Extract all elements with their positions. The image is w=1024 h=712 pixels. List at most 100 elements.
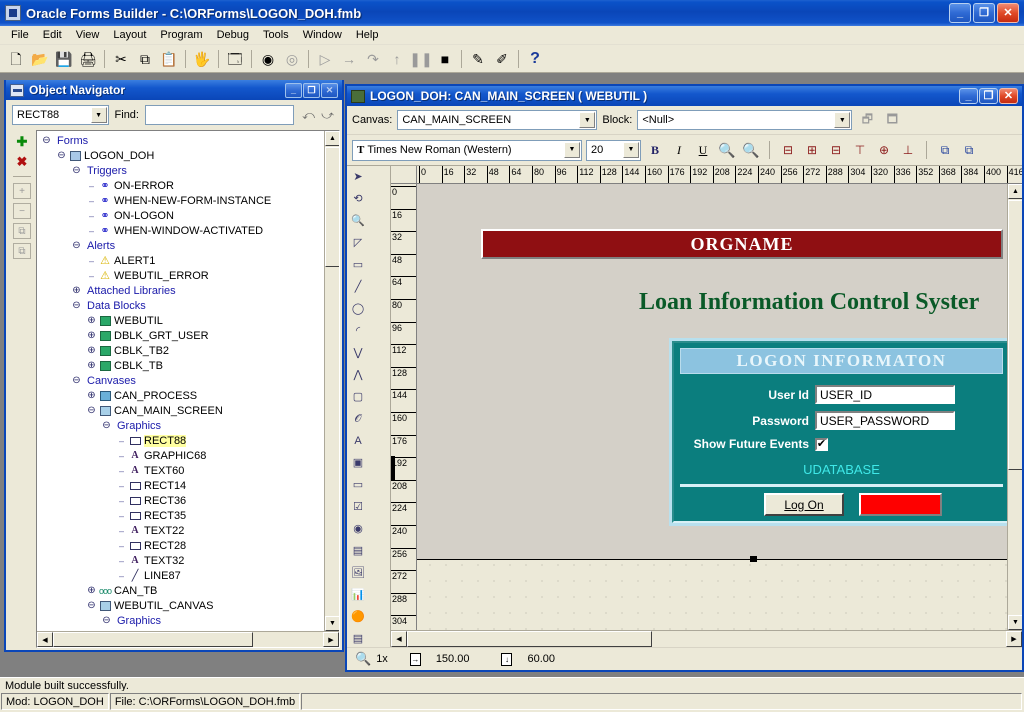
canvas-horizontal-scrollbar[interactable]: ◀ ▶	[391, 630, 1022, 647]
ungroup-icon[interactable]: ⧉	[959, 140, 979, 160]
open-icon[interactable]: 📂	[28, 47, 52, 70]
canvas-chevron-down-icon[interactable]: ▼	[579, 112, 596, 128]
bold-button[interactable]: B	[645, 140, 665, 160]
tree-node[interactable]: – ⚭ WHEN-NEW-FORM-INSTANCE	[41, 193, 324, 208]
tree-node[interactable]: ⊕ WEBUTIL	[41, 313, 324, 328]
show-future-events-checkbox[interactable]: ✔	[815, 437, 828, 451]
user-id-field[interactable]: USER_ID	[815, 385, 955, 404]
checkbox-tool[interactable]: ☑	[347, 496, 369, 518]
tree-node[interactable]: – A TEXT32	[41, 553, 324, 568]
menu-item-program[interactable]: Program	[153, 27, 209, 43]
edit-pl-sql-icon[interactable]: ✎	[466, 47, 490, 70]
tree-node[interactable]: – ⚭ ON-LOGON	[41, 208, 324, 223]
collapse-icon[interactable]: −	[13, 203, 31, 219]
help-icon[interactable]: ?	[523, 47, 547, 70]
tree-node[interactable]: ⊖ Forms	[41, 133, 324, 148]
tree-node[interactable]: – A TEXT60	[41, 463, 324, 478]
tree-node[interactable]: ⊖ WEBUTIL_CANVAS	[41, 598, 324, 613]
tree-node[interactable]: ⊕ CBLK_TB	[41, 358, 324, 373]
object-tree[interactable]: ⊖ Forms ⊖ LOGON_DOH ⊖ Triggers – ⚭ ON-ERROR – ⚭ WHE…	[37, 131, 324, 631]
tree-node[interactable]: – RECT88	[41, 433, 324, 448]
tree-node[interactable]: ⊕ CBLK_TB2	[41, 343, 324, 358]
tree-node[interactable]: – A TEXT22	[41, 523, 324, 538]
font-size-combo[interactable]: 20 ▼	[586, 139, 641, 161]
zoom-in-icon[interactable]: 🔍	[717, 140, 737, 160]
font-chevron-down-icon[interactable]: ▼	[564, 141, 580, 158]
connect-icon[interactable]: 🖐	[190, 47, 214, 70]
close-button[interactable]: ✕	[997, 3, 1019, 23]
expand-node-icon[interactable]: ⊕	[86, 390, 97, 401]
expand-node-icon[interactable]: ⊕	[71, 285, 82, 296]
find-forward-icon[interactable]: ⤻	[319, 107, 336, 124]
tree-node[interactable]: – ⚭ ON-ERROR	[41, 178, 324, 193]
run-form-icon[interactable]: ◉	[256, 47, 280, 70]
block-combo[interactable]: <Null> ▼	[637, 110, 853, 130]
arc-tool[interactable]: ◜	[347, 320, 369, 342]
underline-button[interactable]: U	[693, 140, 713, 160]
zoom-out-icon[interactable]: 🔍	[741, 140, 761, 160]
tree-hscroll-track[interactable]	[253, 632, 323, 647]
new-icon[interactable]: 🗋	[4, 47, 28, 70]
log-on-button[interactable]: Log On	[764, 493, 844, 516]
compile-icon[interactable]: 🗔	[223, 47, 247, 70]
step-into-icon[interactable]: →	[337, 47, 361, 70]
canvas-hscroll-thumb[interactable]	[407, 631, 652, 647]
onav-maximize-button[interactable]: ❐	[303, 82, 320, 98]
expand-node-icon[interactable]: ⊕	[86, 345, 97, 356]
align-top-icon[interactable]: ⊤	[850, 140, 870, 160]
tree-node[interactable]: ⊕ ooo CAN_TB	[41, 583, 324, 598]
bean-area-tool[interactable]: 🟠	[347, 606, 369, 628]
image-item-tool[interactable]: 🖼	[347, 562, 369, 584]
polygon-tool[interactable]: ⋁	[347, 342, 369, 364]
frame-tool[interactable]: ▣	[347, 452, 369, 474]
align-center-icon[interactable]: ⊞	[802, 140, 822, 160]
find-backward-icon[interactable]: ⤺	[300, 107, 317, 124]
text-item-tool[interactable]: ▭	[347, 474, 369, 496]
menu-item-layout[interactable]: Layout	[106, 27, 153, 43]
block-chevron-down-icon[interactable]: ▼	[834, 112, 851, 128]
collapse-node-icon[interactable]: ⊖	[101, 615, 112, 626]
rectangle-tool[interactable]: ▭	[347, 254, 369, 276]
tree-node[interactable]: ⊕ CAN_PROCESS	[41, 388, 324, 403]
minimize-button[interactable]: _	[949, 3, 971, 23]
create-icon[interactable]: ✚	[13, 134, 31, 150]
polyline-tool[interactable]: ⋀	[347, 364, 369, 386]
collapse-node-icon[interactable]: ⊖	[56, 150, 67, 161]
collapse-node-icon[interactable]: ⊖	[101, 420, 112, 431]
canvas-vscroll-thumb[interactable]	[1008, 200, 1022, 470]
copy-icon[interactable]: ⧉	[133, 47, 157, 70]
menu-item-view[interactable]: View	[69, 27, 107, 43]
collapse-node-icon[interactable]: ⊖	[86, 600, 97, 611]
collapse-all-icon[interactable]: ⧉	[13, 243, 31, 259]
menu-item-tools[interactable]: Tools	[256, 27, 296, 43]
reshape-tool[interactable]: ◸	[347, 232, 369, 254]
restore-button[interactable]: ❐	[973, 3, 995, 23]
rounded-rect-tool[interactable]: ▢	[347, 386, 369, 408]
tree-node[interactable]: ⊕ Attached Libraries	[41, 283, 324, 298]
collapse-node-icon[interactable]: ⊖	[71, 375, 82, 386]
expand-node-icon[interactable]: ⊕	[86, 330, 97, 341]
group-icon[interactable]: ⧉	[935, 140, 955, 160]
print-icon[interactable]: 🖨	[76, 47, 100, 70]
password-field[interactable]: USER_PASSWORD	[815, 411, 955, 430]
align-bottom-icon[interactable]: ⊥	[898, 140, 918, 160]
tree-hscroll-thumb[interactable]	[53, 632, 253, 647]
onav-minimize-button[interactable]: _	[285, 82, 302, 98]
go-icon[interactable]: ▷	[313, 47, 337, 70]
expand-node-icon[interactable]: ⊕	[86, 585, 97, 596]
tree-node[interactable]: ⊖ Data Blocks	[41, 298, 324, 313]
canvas-combo[interactable]: CAN_MAIN_SCREEN ▼	[397, 110, 598, 130]
tree-scroll-up-icon[interactable]: ▲	[325, 131, 339, 146]
pause-icon[interactable]: ❚❚	[409, 47, 433, 70]
rotate-tool[interactable]: ⟲	[347, 188, 369, 210]
canvas-viewport[interactable]: ORGNAME Loan Information Control Syster …	[417, 184, 1022, 630]
paste-icon[interactable]: 📋	[157, 47, 181, 70]
chevron-down-icon[interactable]: ▼	[90, 107, 107, 123]
tree-node[interactable]: – A GRAPHIC68	[41, 448, 324, 463]
tree-node[interactable]: – ⚠ ALERT1	[41, 253, 324, 268]
object-selector-combo[interactable]: RECT88 ▼	[12, 105, 109, 125]
app-title-text[interactable]: Loan Information Control Syster	[639, 289, 979, 316]
chart-item-tool[interactable]: 📊	[347, 584, 369, 606]
align-middle-icon[interactable]: ⊕	[874, 140, 894, 160]
collapse-node-icon[interactable]: ⊖	[71, 165, 82, 176]
